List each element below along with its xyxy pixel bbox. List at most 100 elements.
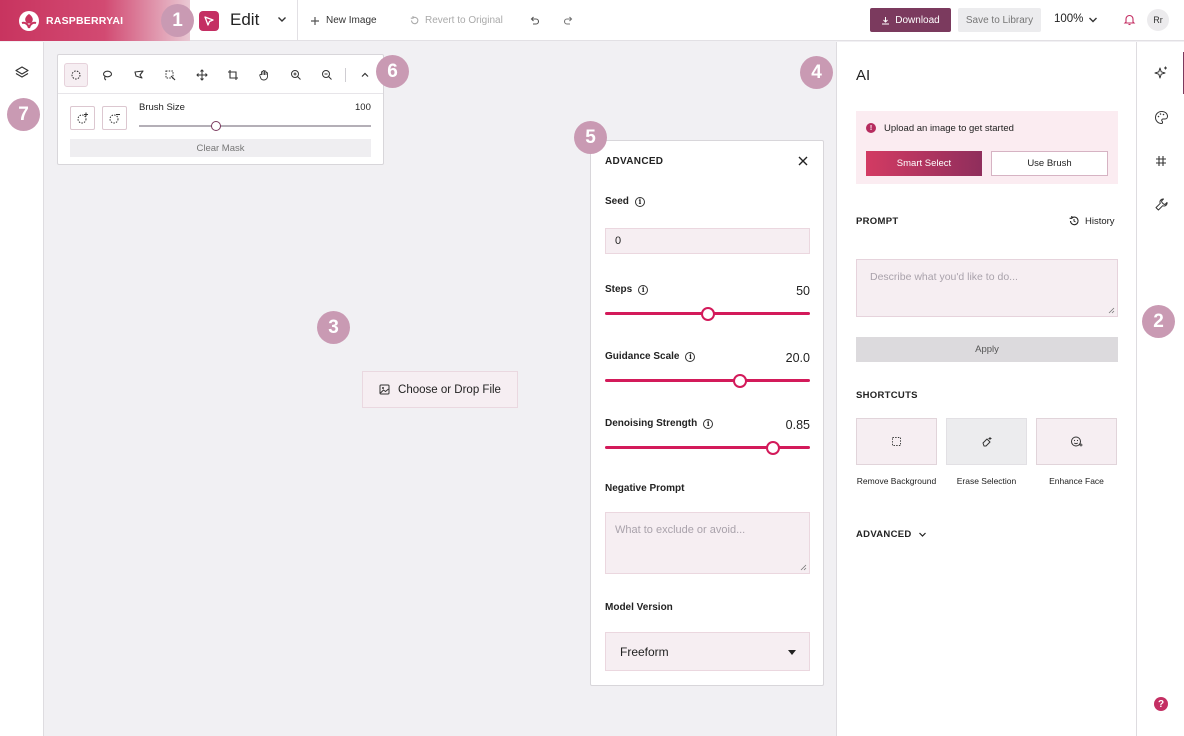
erase-selection-label: Erase Selection [956, 476, 1017, 486]
smart-select-button[interactable]: Smart Select [866, 151, 982, 176]
tab-palette[interactable] [1151, 107, 1171, 127]
crop-icon [228, 70, 238, 80]
chevron-down-icon[interactable] [277, 14, 287, 24]
brush-size-value: 100 [355, 102, 371, 113]
notification-bell-icon[interactable] [1123, 13, 1136, 26]
brush-add-button[interactable] [70, 106, 95, 130]
dropdown-caret-icon [788, 650, 796, 655]
mode-label[interactable]: Edit [230, 10, 259, 30]
denoising-strength-value: 0.85 [785, 418, 810, 432]
ellipse-select-tool[interactable] [64, 63, 88, 87]
divider [297, 0, 298, 41]
info-icon[interactable]: i [638, 284, 649, 295]
chevron-down-icon[interactable] [1088, 15, 1098, 25]
denoising-strength-thumb[interactable] [766, 441, 781, 455]
collapse-tools-button[interactable] [353, 63, 377, 87]
advanced-title: ADVANCED [605, 156, 664, 167]
revert-button[interactable]: Revert to Original [409, 0, 503, 41]
callout-badge: 5 [574, 121, 607, 154]
eraser-icon [982, 436, 991, 446]
advanced-toggle[interactable]: ADVANCED [856, 529, 927, 540]
tool-divider [345, 68, 346, 82]
info-icon[interactable]: i [634, 196, 645, 207]
negative-prompt-label: Negative Prompt [605, 483, 685, 494]
prompt-input[interactable]: Describe what you'd like to do... [856, 259, 1118, 317]
negative-prompt-input[interactable]: What to exclude or avoid... [605, 512, 810, 574]
guidance-scale-thumb[interactable] [733, 374, 748, 388]
zoom-in-tool[interactable] [284, 63, 308, 87]
ai-panel: AI ! Upload an image to get started Smar… [836, 42, 1136, 736]
brush-subtract-button[interactable] [102, 106, 127, 130]
use-brush-button[interactable]: Use Brush [991, 151, 1108, 176]
advanced-panel: ADVANCED Seed i 0 Steps i 50 Guidance Sc… [590, 140, 824, 686]
left-rail [0, 42, 44, 736]
grid-icon [1156, 156, 1166, 166]
resize-handle-icon[interactable] [1108, 307, 1115, 314]
zoom-in-icon [291, 70, 301, 80]
choose-file-button[interactable]: Choose or Drop File [362, 371, 518, 408]
move-tool[interactable] [190, 63, 214, 87]
zoom-out-icon [322, 70, 332, 80]
alert-icon: ! [866, 123, 876, 133]
seed-input[interactable]: 0 [605, 228, 810, 254]
model-version-label: Model Version [605, 602, 673, 613]
guidance-scale-label: Guidance Scale i [605, 351, 696, 362]
tab-ai[interactable] [1151, 63, 1171, 83]
ai-panel-title: AI [856, 67, 871, 84]
avatar[interactable]: Rr [1147, 9, 1169, 31]
plus-icon [311, 16, 319, 25]
brush-size-label: Brush Size [139, 102, 185, 113]
zoom-out-tool[interactable] [315, 63, 339, 87]
zoom-level[interactable]: 100% [1054, 13, 1083, 25]
redo-button[interactable] [563, 0, 574, 41]
new-image-button[interactable]: New Image [310, 0, 377, 41]
erase-selection-shortcut[interactable] [946, 418, 1027, 465]
chevron-down-icon [918, 532, 926, 537]
close-icon[interactable] [798, 156, 808, 166]
download-button[interactable]: Download [870, 8, 951, 32]
seed-label: Seed i [605, 196, 645, 207]
brush-subtract-icon [109, 114, 120, 124]
denoise-label-text: Denoising Strength [605, 418, 698, 429]
hand-tool[interactable] [252, 63, 276, 87]
polygon-lasso-tool[interactable] [127, 63, 151, 87]
save-to-library-button[interactable]: Save to Library [958, 8, 1041, 32]
ellipse-select-icon [71, 70, 81, 80]
brush-size-thumb[interactable] [210, 121, 221, 131]
tab-tools[interactable] [1151, 194, 1171, 214]
info-icon[interactable]: i [703, 418, 714, 429]
history-button[interactable]: History [1068, 215, 1115, 227]
help-icon[interactable]: ? [1154, 697, 1168, 711]
move-icon [196, 69, 208, 81]
face-icon [1071, 436, 1083, 447]
undo-icon [530, 16, 540, 25]
brush-size-slider[interactable] [139, 125, 371, 127]
model-version-value: Freeform [620, 644, 669, 659]
resize-handle-icon[interactable] [800, 564, 807, 571]
remove-background-shortcut[interactable] [856, 418, 937, 465]
crop-tool[interactable] [221, 63, 245, 87]
info-icon[interactable]: i [685, 351, 696, 362]
layers-icon[interactable] [14, 65, 30, 81]
callout-badge: 1 [161, 4, 194, 37]
clear-mask-button[interactable]: Clear Mask [70, 139, 371, 157]
denoising-strength-label: Denoising Strength i [605, 418, 714, 429]
apply-button[interactable]: Apply [856, 337, 1118, 362]
callout-badge: 2 [1142, 305, 1175, 338]
callout-badge: 3 [317, 311, 350, 344]
revert-label: Revert to Original [425, 15, 503, 26]
redo-icon [563, 16, 573, 25]
download-icon [882, 16, 890, 24]
tab-grid[interactable] [1151, 151, 1171, 171]
remove-background-label: Remove Background [856, 476, 937, 486]
guidance-scale-value: 20.0 [785, 351, 810, 365]
steps-label-text: Steps [605, 284, 633, 295]
model-version-select[interactable]: Freeform [605, 632, 810, 671]
enhance-face-shortcut[interactable] [1036, 418, 1117, 465]
magic-select-tool[interactable] [158, 63, 182, 87]
steps-thumb[interactable] [700, 307, 715, 321]
lasso-tool[interactable] [95, 63, 119, 87]
guidance-scale-slider[interactable] [605, 379, 810, 382]
undo-button[interactable] [529, 0, 540, 41]
divider [58, 93, 383, 94]
